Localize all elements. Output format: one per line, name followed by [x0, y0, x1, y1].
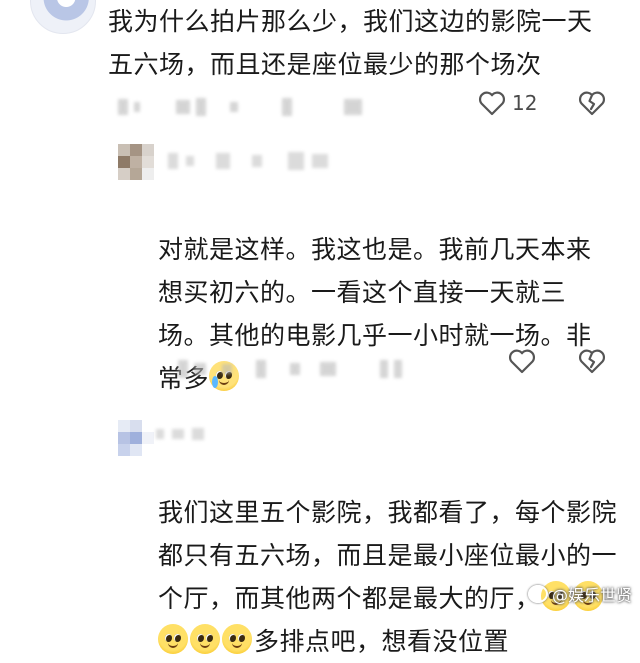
watermark: @娱乐世贤 [527, 582, 632, 606]
avatar[interactable] [118, 420, 154, 456]
blurred-username [168, 152, 328, 170]
reply-text: 我们这里五个影院，我都看了，每个影院都只有五六场，而且是最小座位最小的一个厅，而… [158, 448, 618, 663]
reply-text-tail: 多排点吧，想看没位置 [254, 627, 510, 656]
avatar[interactable] [30, 0, 96, 34]
blurred-meta [118, 98, 362, 116]
comment-text: 我为什么拍片那么少，我们这边的影院一天五六场，而且还是座位最少的那个场次 [108, 7, 593, 79]
dislike-button[interactable] [578, 348, 606, 374]
like-button[interactable]: 12 [478, 90, 537, 116]
heart-outline-icon [508, 349, 536, 374]
pleading-face-emoji [222, 624, 252, 654]
avatar[interactable] [118, 144, 154, 180]
pleading-face-emoji [190, 624, 220, 654]
heart-outline-icon [478, 91, 506, 116]
like-button[interactable] [508, 348, 536, 374]
dislike-button[interactable] [578, 90, 606, 116]
broken-heart-icon [578, 91, 606, 116]
like-count: 12 [512, 91, 538, 115]
blurred-username [156, 428, 204, 440]
broken-heart-icon [578, 349, 606, 374]
pleading-face-emoji [158, 624, 188, 654]
weibo-logo-icon [527, 585, 548, 603]
blurred-meta [178, 360, 402, 378]
watermark-text: @娱乐世贤 [551, 586, 632, 605]
